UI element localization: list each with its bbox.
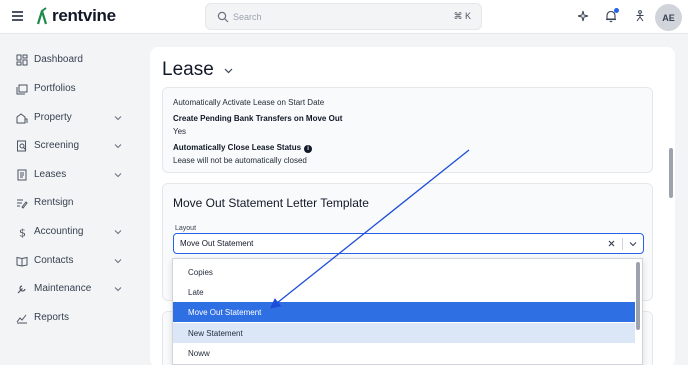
info-icon[interactable]: i — [304, 145, 313, 153]
portfolios-icon — [16, 84, 28, 95]
lease-settings-card: Automatically Activate Lease on Start Da… — [162, 87, 653, 173]
logo-text: rentvine — [52, 6, 116, 25]
chevron-down-icon — [114, 173, 122, 178]
logo[interactable]: rentvine — [35, 6, 116, 26]
sidebar: Dashboard Portfolios Property Screening … — [0, 35, 140, 365]
avatar[interactable]: AE — [655, 4, 682, 31]
menu-icon[interactable] — [12, 11, 23, 21]
svg-text:$: $ — [19, 227, 26, 239]
sidebar-item-label: Maintenance — [34, 283, 92, 294]
sidebar-item-label: Accounting — [34, 226, 84, 237]
rentsign-icon — [17, 199, 28, 209]
chevron-down-icon — [114, 144, 122, 149]
page-scrollbar[interactable] — [669, 148, 673, 198]
sidebar-item-leases[interactable]: Leases — [0, 164, 140, 186]
select-divider — [622, 238, 623, 250]
chevron-down-icon[interactable] — [224, 66, 233, 75]
sidebar-item-label: Property — [34, 112, 72, 123]
sidebar-item-rentsign[interactable]: Rentsign — [0, 192, 140, 214]
sidebar-item-label: Leases — [34, 169, 67, 180]
rentvine-logo-icon — [36, 7, 48, 25]
notification-dot — [614, 8, 619, 13]
sidebar-item-label: Portfolios — [34, 83, 76, 94]
search-input[interactable] — [233, 9, 433, 25]
layout-select-value: Move Out Statement — [180, 239, 254, 248]
accessibility-icon[interactable] — [633, 9, 647, 23]
chevron-down-icon — [114, 287, 122, 292]
sidebar-item-property[interactable]: Property — [0, 107, 140, 129]
dollar-icon: $ — [19, 227, 26, 239]
dropdown-scrollbar[interactable] — [636, 262, 640, 330]
auto-activate-text: Automatically Activate Lease on Start Da… — [173, 98, 325, 107]
reports-icon — [16, 314, 27, 324]
pending-transfers-label: Create Pending Bank Transfers on Move Ou… — [173, 114, 343, 123]
dropdown-option[interactable]: Copies — [173, 262, 635, 282]
top-bar: rentvine ⌘ K AE — [0, 0, 688, 34]
page-title: Lease — [162, 59, 214, 80]
sidebar-item-reports[interactable]: Reports — [0, 307, 140, 329]
chevron-down-icon — [114, 259, 122, 264]
sidebar-item-screening[interactable]: Screening — [0, 135, 140, 157]
sidebar-item-label: Contacts — [34, 255, 74, 266]
dropdown-option-selected[interactable]: Move Out Statement — [173, 302, 635, 322]
sidebar-item-label: Screening — [34, 140, 80, 151]
sidebar-item-accounting[interactable]: $ Accounting — [0, 221, 140, 243]
search-bar[interactable]: ⌘ K — [205, 3, 482, 30]
sparkle-icon[interactable] — [576, 9, 590, 23]
chevron-down-icon — [114, 116, 122, 121]
dropdown-option[interactable]: Late — [173, 282, 635, 302]
layout-label: Layout — [175, 225, 197, 232]
sidebar-item-dashboard[interactable]: Dashboard — [0, 49, 140, 71]
dropdown-option[interactable]: Noww — [173, 343, 635, 363]
clear-icon[interactable] — [607, 239, 616, 248]
auto-close-label: Automatically Close Lease Status — [173, 143, 302, 152]
sidebar-item-portfolios[interactable]: Portfolios — [0, 78, 140, 100]
sidebar-item-label: Rentsign — [34, 197, 74, 208]
layout-dropdown-menu: Copies Late Move Out Statement New State… — [172, 258, 643, 365]
auto-close-value: Lease will not be automatically closed — [173, 156, 307, 165]
dashboard-icon — [16, 54, 28, 66]
pending-transfers-value: Yes — [173, 127, 187, 136]
search-shortcut: ⌘ K — [453, 11, 471, 21]
sidebar-item-contacts[interactable]: Contacts — [0, 250, 140, 272]
card-title: Move Out Statement Letter Template — [173, 196, 369, 210]
search-icon — [217, 11, 229, 23]
layout-select[interactable]: Move Out Statement — [173, 233, 644, 254]
screening-icon — [17, 140, 27, 152]
wrench-icon — [17, 285, 26, 294]
chevron-down-icon — [114, 230, 122, 235]
contacts-icon — [16, 256, 28, 267]
chevron-down-icon[interactable] — [629, 240, 637, 248]
dropdown-option-hovered[interactable]: New Statement — [173, 323, 635, 343]
property-icon — [16, 113, 28, 124]
leases-icon — [17, 169, 27, 181]
sidebar-item-label: Reports — [34, 312, 70, 323]
sidebar-item-maintenance[interactable]: Maintenance — [0, 278, 140, 300]
sidebar-item-label: Dashboard — [34, 54, 83, 65]
